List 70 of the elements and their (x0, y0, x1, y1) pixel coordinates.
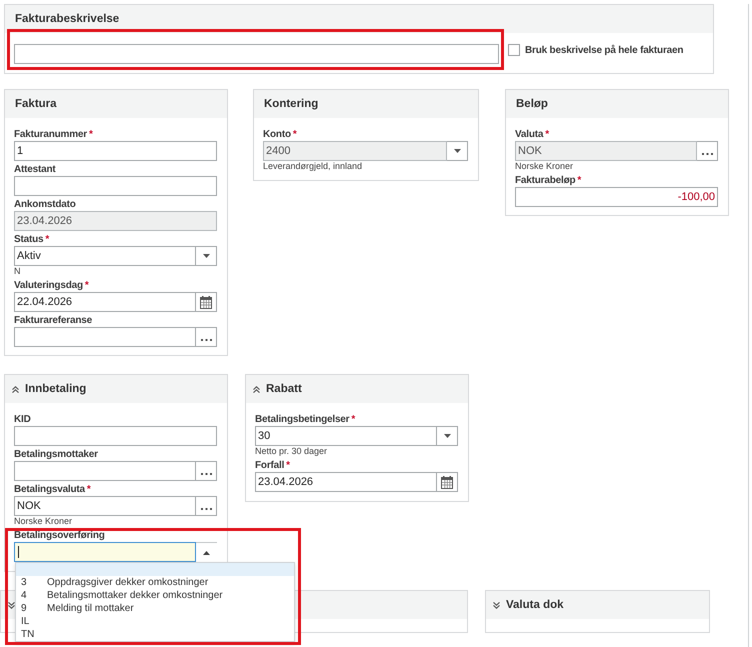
caret-down-icon (202, 254, 210, 258)
field-label: Fakturabeløp * (515, 175, 582, 187)
date-input[interactable]: 23.04.2026 (255, 472, 437, 492)
field-label: Valuta * (515, 129, 550, 141)
double-chevron-down-icon[interactable] (8, 602, 15, 608)
dropdown-option[interactable]: 9 Melding til mottaker (16, 602, 294, 615)
panel-title: Fakturabeskrivelse (15, 12, 120, 26)
lookup-input[interactable] (14, 327, 196, 347)
calendar-icon (441, 476, 453, 488)
field-label: Konto * (263, 129, 298, 141)
checkbox[interactable] (508, 44, 520, 56)
dropdown-button[interactable] (196, 246, 217, 266)
field-label: Betalingsbetingelser * (255, 414, 356, 426)
lookup-button[interactable] (196, 461, 217, 481)
dropdown-field[interactable]: Aktiv (14, 246, 196, 266)
caret-down-icon (444, 434, 450, 438)
checkbox-label: Bruk beskrivelse på hele fakturaen (525, 45, 684, 57)
lookup-input[interactable]: NOK (14, 496, 196, 516)
field-label: Betalingsmottaker (14, 449, 99, 461)
field-label: Ankomstdato (14, 199, 77, 211)
panel-title: Valuta dok (506, 598, 564, 612)
caret-up-icon (203, 550, 210, 554)
caret-down-icon (454, 149, 460, 153)
text-input[interactable] (14, 176, 217, 196)
text-input[interactable] (14, 44, 499, 64)
field-hint: Norske Kroner (14, 516, 74, 527)
text-input[interactable] (14, 426, 217, 446)
field-label: Attestant (14, 164, 57, 176)
amount-input[interactable]: -100,00 (515, 187, 718, 207)
dropdown-option[interactable]: IL (16, 615, 294, 628)
field-hint: N (14, 266, 22, 277)
field-label: Valuteringsdag * (14, 280, 90, 292)
dropdown-field[interactable]: 30 (255, 426, 437, 446)
combo-box-input[interactable] (14, 542, 196, 562)
double-chevron-down-icon[interactable] (493, 602, 500, 608)
lookup-button[interactable] (196, 327, 217, 347)
panel-title: Kontering (264, 97, 318, 111)
field-label: Betalingsvaluta * (14, 484, 92, 496)
text-cursor-icon (18, 546, 19, 558)
field-hint: Leverandørgjeld, innland (263, 161, 364, 172)
double-chevron-up-icon[interactable] (253, 386, 260, 392)
panel-title: Beløp (516, 97, 548, 111)
lookup-button[interactable] (697, 141, 718, 161)
field-hint: Netto pr. 30 dager (255, 446, 328, 457)
field-label: Forfall * (255, 460, 291, 472)
lookup-input[interactable] (14, 461, 196, 481)
double-chevron-up-icon[interactable] (12, 386, 19, 392)
panel-title: Faktura (15, 97, 57, 111)
dropdown-field: 2400 (263, 141, 447, 161)
field-label: Fakturareferanse (14, 315, 93, 327)
dropdown-option[interactable]: 4 Betalingsmottaker dekker omkostninger (16, 589, 294, 602)
calendar-button[interactable] (437, 472, 458, 492)
lookup-button[interactable] (196, 496, 217, 516)
date-input[interactable]: 22.04.2026 (14, 292, 196, 312)
field-label: Betalingsoverføring (14, 530, 106, 542)
dropdown-button[interactable] (447, 141, 468, 161)
panel-title: Rabatt (266, 382, 302, 396)
field-label: Status * (14, 234, 50, 246)
field-label: KID (14, 414, 32, 426)
dropdown-option[interactable]: 3 Oppdragsgiver dekker omkostninger (16, 576, 294, 589)
panel-title: Innbetaling (25, 382, 86, 396)
dropdown-option[interactable]: TN (16, 628, 294, 641)
calendar-icon (200, 296, 212, 308)
field-hint: Norske Kroner (515, 161, 574, 172)
text-input: 23.04.2026 (14, 211, 217, 231)
text-input[interactable]: 1 (14, 141, 217, 161)
lookup-input: NOK (515, 141, 697, 161)
dropdown-button[interactable] (437, 426, 458, 446)
calendar-button[interactable] (196, 292, 217, 312)
field-label: Fakturanummer * (14, 129, 94, 141)
